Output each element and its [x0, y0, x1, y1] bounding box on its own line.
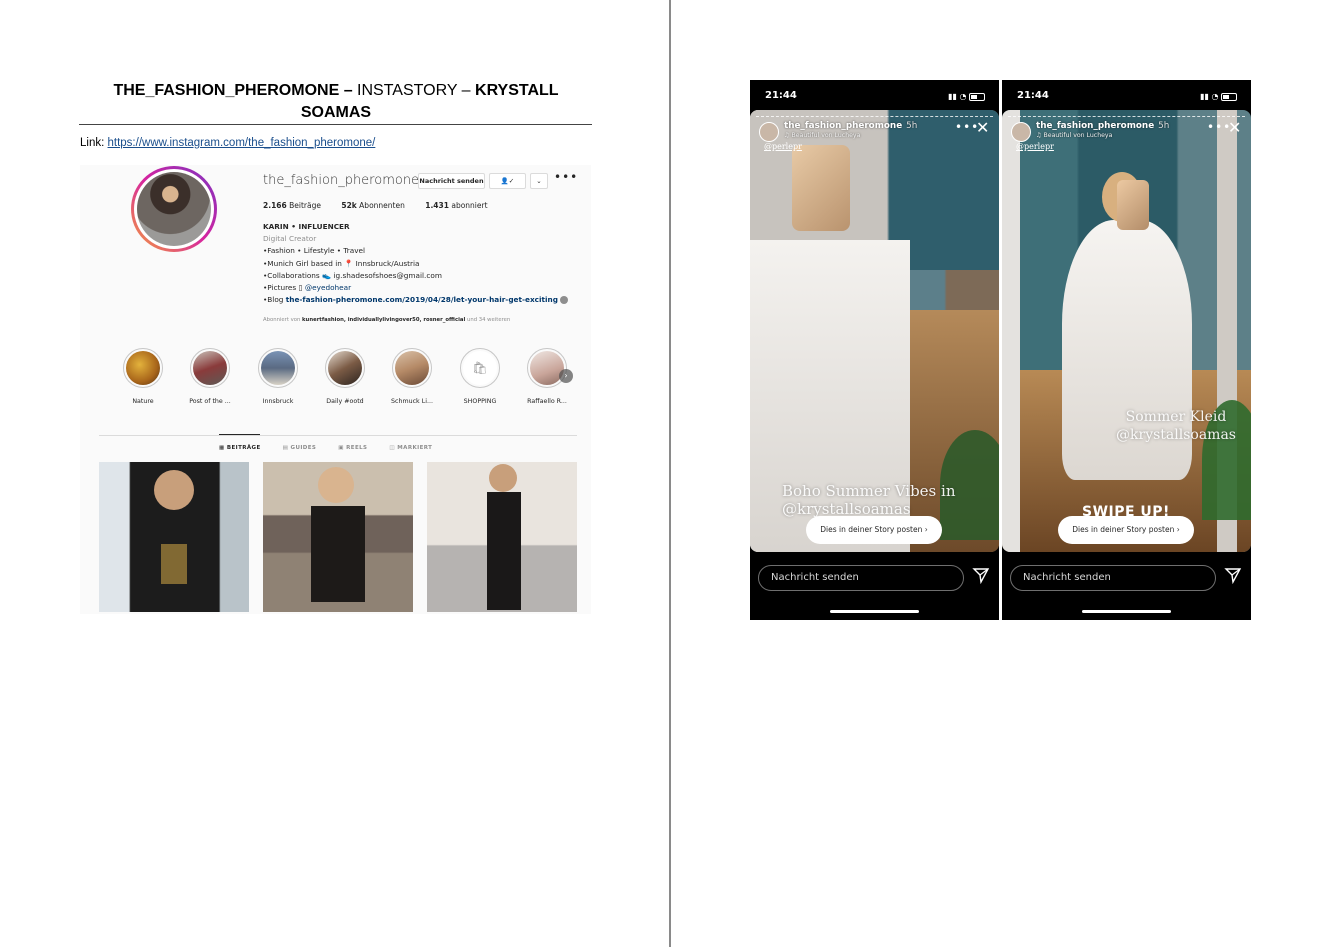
bio-mention-link[interactable]: @eyedohear — [305, 283, 351, 292]
bio-category: Digital Creator — [263, 234, 317, 244]
share-to-story-button[interactable]: Dies in deiner Story posten › — [1058, 516, 1194, 544]
bio-name: KARIN • INFLUENCER — [263, 222, 350, 231]
story-caption: Boho Summer Vibes in @krystallsoamas — [782, 482, 956, 518]
title-brand: THE_FASHION_PHEROMONE – — [113, 82, 353, 99]
status-icons: ▮▮ ◔ — [1200, 92, 1237, 101]
info-icon — [560, 296, 569, 305]
bio-blog-link[interactable]: the-fashion-pheromone.com/2019/04/28/let… — [286, 295, 558, 304]
more-options-icon[interactable]: ••• — [554, 170, 578, 184]
send-message-input[interactable]: Nachricht senden — [758, 565, 964, 591]
status-time: 21:44 — [765, 90, 797, 101]
status-time: 21:44 — [1017, 90, 1049, 101]
left-page: THE_FASHION_PHEROMONE – INSTASTORY – KRY… — [0, 0, 669, 947]
message-button[interactable]: Nachricht senden — [418, 173, 485, 189]
profile-link-line: Link: https://www.instagram.com/the_fash… — [80, 137, 375, 149]
close-icon[interactable]: ✕ — [976, 120, 989, 136]
story-music[interactable]: ♫ Beautiful von Lucheya — [784, 132, 860, 139]
bio-line: •Munich Girl based in 📍 Innsbruck/Austri… — [263, 258, 420, 268]
document-title: THE_FASHION_PHEROMONE – INSTASTORY – KRY… — [80, 80, 592, 124]
story-avatar[interactable] — [759, 122, 779, 142]
title-middle: INSTASTORY – — [352, 82, 476, 99]
stat-following[interactable]: 1.431 abonniert — [425, 201, 487, 210]
bio-line: •Pictures ▯ @eyedohear — [263, 283, 352, 293]
highlight-shopping[interactable]: 🛍 SHOPPING — [450, 348, 510, 405]
wifi-icon: ◔ — [1211, 92, 1219, 101]
followed-by[interactable]: Abonniert von kunertfashion, individuall… — [263, 317, 510, 323]
highlight-nature[interactable]: Nature — [113, 348, 173, 405]
profile-avatar[interactable] — [131, 166, 217, 252]
following-button[interactable]: 👤✓ — [489, 173, 526, 189]
signal-icon: ▮▮ — [948, 92, 957, 101]
bio-line: •Fashion • Lifestyle • Travel — [263, 246, 366, 256]
story-username[interactable]: the_fashion_pheromone 5h — [1036, 121, 1169, 131]
story-caption: Sommer Kleid @krystallsoamas — [1116, 409, 1236, 443]
profile-link[interactable]: https://www.instagram.com/the_fashion_ph… — [108, 137, 376, 149]
tab-markiert[interactable]: ◫ MARKIERT — [389, 445, 432, 451]
send-icon[interactable] — [972, 566, 990, 584]
profile-username: the_fashion_pheromone — [263, 173, 420, 188]
right-page: 21:44 ▮▮ ◔ the_fashion_pheromone 5h ♫ Bea… — [671, 0, 1340, 947]
post-thumbnail[interactable] — [263, 462, 413, 612]
story-progress-bar — [756, 116, 993, 118]
post-thumbnail[interactable] — [427, 462, 577, 612]
home-indicator — [830, 610, 919, 613]
story-image[interactable]: the_fashion_pheromone 5h ♫ Beautiful von … — [750, 110, 999, 552]
stat-posts: 2.166 Beiträge — [263, 201, 321, 210]
profile-tabs: ▦ BEITRÄGE ▤ GUIDES ▣ REELS ◫ MARKIERT — [219, 445, 454, 451]
title-divider — [79, 124, 592, 125]
highlight-daily-ootd[interactable]: Daily #ootd — [315, 348, 375, 405]
shopping-bag-icon: 🛍 — [463, 351, 497, 385]
send-message-input[interactable]: Nachricht senden — [1010, 565, 1216, 591]
story-music[interactable]: ♫ Beautiful von Lucheya — [1036, 132, 1112, 139]
chevron-right-icon[interactable]: › — [559, 369, 573, 383]
highlight-schmuck[interactable]: Schmuck Li... — [382, 348, 442, 405]
battery-icon — [969, 92, 985, 101]
stat-followers[interactable]: 52k Abonnenten — [341, 201, 404, 210]
bio-line: •Blog the-fashion-pheromone.com/2019/04/… — [263, 294, 569, 306]
tab-beitraege[interactable]: ▦ BEITRÄGE — [219, 445, 261, 451]
story-screenshot-2: 21:44 ▮▮ ◔ the_fashion_pheromone 5h ♫ Bea… — [1002, 80, 1251, 620]
highlight-post-of-the[interactable]: Post of the ... — [180, 348, 240, 405]
tab-guides[interactable]: ▤ GUIDES — [283, 445, 317, 451]
share-to-story-button[interactable]: Dies in deiner Story posten › — [806, 516, 942, 544]
tabs-divider — [99, 435, 577, 436]
story-image[interactable]: the_fashion_pheromone 5h ♫ Beautiful von … — [1002, 110, 1251, 552]
home-indicator — [1082, 610, 1171, 613]
send-icon[interactable] — [1224, 566, 1242, 584]
profile-bio: KARIN • INFLUENCER Digital Creator •Fash… — [263, 221, 569, 306]
bio-line: •Collaborations 👟 ig.shadesofshoes@gmail… — [263, 270, 442, 280]
wifi-icon: ◔ — [959, 92, 967, 101]
tab-reels[interactable]: ▣ REELS — [338, 445, 367, 451]
status-icons: ▮▮ ◔ — [948, 92, 985, 101]
story-screenshot-1: 21:44 ▮▮ ◔ the_fashion_pheromone 5h ♫ Bea… — [750, 80, 999, 620]
post-thumbnail[interactable] — [99, 462, 249, 612]
link-label: Link: — [80, 137, 108, 149]
instagram-profile-screenshot: the_fashion_pheromone Nachricht senden 👤… — [80, 165, 591, 614]
story-avatar[interactable] — [1011, 122, 1031, 142]
signal-icon: ▮▮ — [1200, 92, 1209, 101]
story-mention-tag[interactable]: @perlepr — [1016, 142, 1054, 151]
story-username[interactable]: the_fashion_pheromone 5h — [784, 121, 917, 131]
battery-icon — [1221, 92, 1237, 101]
close-icon[interactable]: ✕ — [1228, 120, 1241, 136]
story-progress-bar — [1008, 116, 1245, 118]
profile-stats: 2.166 Beiträge 52k Abonnenten 1.431 abon… — [263, 201, 506, 210]
suggestions-chevron-icon[interactable]: ⌄ — [530, 173, 548, 189]
highlight-innsbruck[interactable]: Innsbruck — [248, 348, 308, 405]
story-mention-tag[interactable]: @perlepr — [764, 142, 802, 151]
